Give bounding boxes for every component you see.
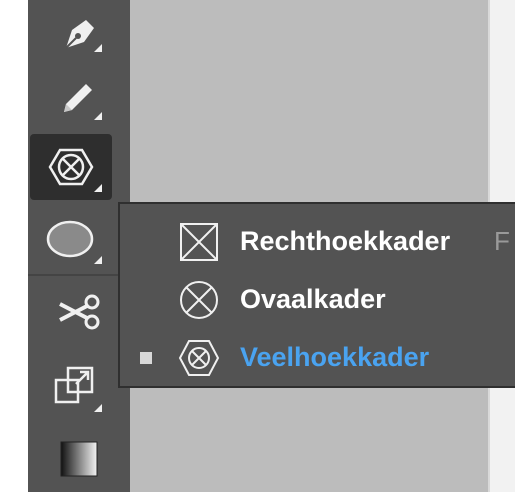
tools-panel <box>28 0 130 492</box>
menu-item-rectangle-frame[interactable]: Rechthoekkader F <box>120 212 515 272</box>
frame-tool[interactable] <box>28 134 130 200</box>
pencil-tool[interactable] <box>28 66 130 128</box>
ellipse-frame-icon <box>180 281 218 319</box>
selected-indicator <box>140 352 152 364</box>
menu-item-label: Veelhoekkader <box>240 342 430 372</box>
ellipse-tool[interactable] <box>28 206 130 272</box>
flyout-indicator <box>94 256 102 264</box>
toolbar-divider <box>28 274 130 276</box>
window-edge <box>0 0 28 492</box>
free-transform-tool[interactable] <box>28 352 130 418</box>
scissors-tool-icon <box>59 294 100 330</box>
ellipse-tool-icon <box>46 220 94 258</box>
pen-tool[interactable] <box>28 0 130 62</box>
menu-item-ellipse-frame[interactable]: Ovaalkader <box>120 270 515 330</box>
polygon-frame-icon <box>178 340 220 376</box>
menu-item-label: Ovaalkader <box>240 284 386 314</box>
free-transform-tool-icon <box>54 366 94 404</box>
flyout-indicator <box>94 44 102 52</box>
frame-tool-icon <box>48 148 94 186</box>
flyout-indicator <box>94 112 102 120</box>
gradient-swatch-tool[interactable] <box>28 428 130 488</box>
frame-tool-flyout-menu: Rechthoekkader F Ovaalkader Veelhoekkade… <box>118 202 515 388</box>
menu-item-shortcut: F <box>494 226 510 256</box>
menu-item-polygon-frame[interactable]: Veelhoekkader <box>120 328 515 388</box>
gradient-swatch-tool-icon <box>60 441 98 477</box>
scissors-tool[interactable] <box>28 282 130 342</box>
rectangle-frame-icon <box>180 223 218 261</box>
flyout-indicator <box>94 404 102 412</box>
menu-item-label: Rechthoekkader <box>240 226 451 256</box>
flyout-indicator <box>94 184 102 192</box>
